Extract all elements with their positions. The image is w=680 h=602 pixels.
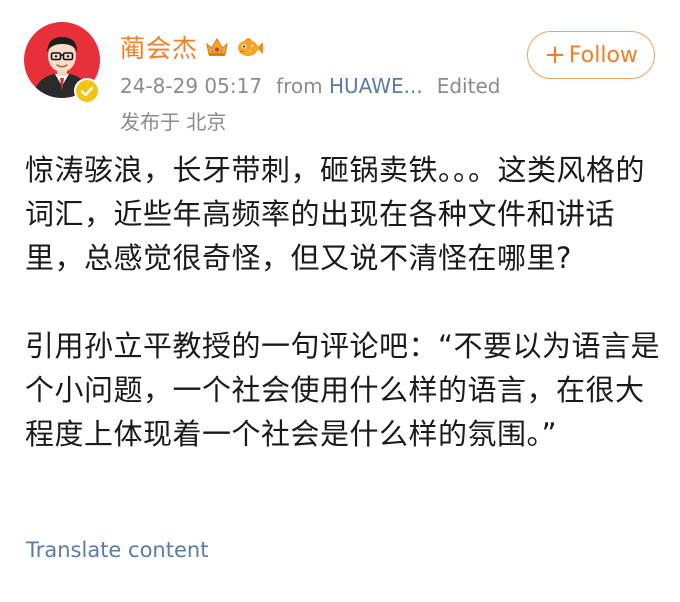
post-location: 发布于 北京	[120, 110, 227, 134]
from-label: from	[276, 74, 323, 98]
post-meta: 24-8-29 05:17 from HUAWE... Edited	[120, 74, 500, 98]
fish-badge-icon[interactable]	[236, 34, 264, 60]
post-paragraph: 引用孙立平教授的一句评论吧：“不要以为语言是个小问题，一个社会使用什么样的语言，…	[25, 329, 661, 451]
author-name[interactable]: 蔺会杰	[120, 29, 198, 65]
follow-button[interactable]: + Follow	[527, 31, 655, 79]
post-timestamp: 24-8-29 05:17	[120, 74, 263, 98]
follow-label: Follow	[568, 42, 638, 68]
post-source-group: from HUAWE...	[276, 74, 423, 98]
plus-icon: +	[544, 40, 566, 70]
edited-label[interactable]: Edited	[437, 74, 501, 98]
post-body: 惊涛骇浪，长牙带刺，砸锅卖铁。。。这类风格的词汇，近些年高频率的出现在各种文件和…	[25, 148, 665, 456]
author-row: 蔺会杰	[120, 29, 264, 65]
crown-badge-icon[interactable]	[204, 34, 230, 60]
post-paragraph: 惊涛骇浪，长牙带刺，砸锅卖铁。。。这类风格的词汇，近些年高频率的出现在各种文件和…	[25, 153, 646, 275]
post-source[interactable]: HUAWE...	[329, 74, 423, 98]
verified-badge-icon	[74, 78, 100, 104]
translate-content-link[interactable]: Translate content	[26, 538, 208, 562]
